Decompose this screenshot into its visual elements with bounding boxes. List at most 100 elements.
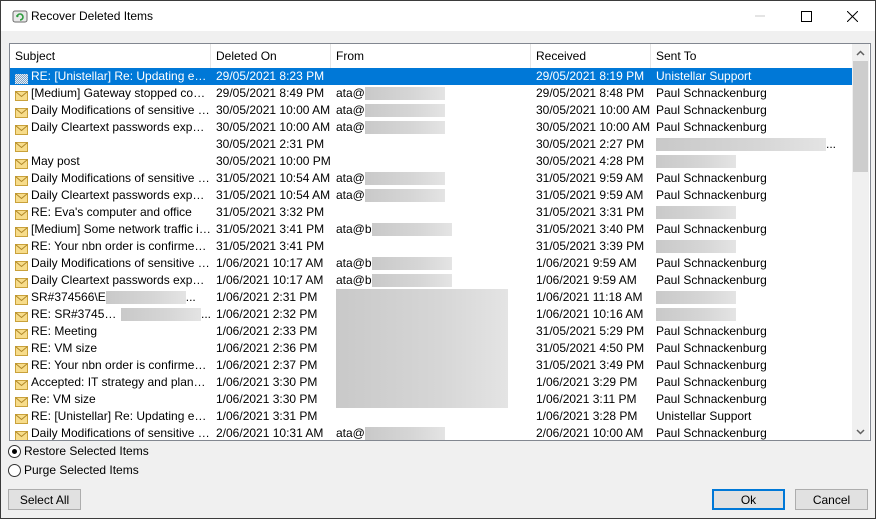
column-header-sent-to[interactable]: Sent To [651,44,852,68]
redacted-text [336,340,508,357]
list-row[interactable]: Daily Modifications of sensitive gr... 30… [10,102,852,119]
list-row[interactable]: Accepted: IT strategy and plannin... 1/06… [10,374,852,391]
list-row[interactable]: RE: Your nbn order is confirmed: ... 1/06… [10,357,852,374]
from-text: ata@ [336,120,365,134]
mail-icon [15,89,28,101]
from-cell: ata@ [336,119,531,136]
list-row[interactable]: RE: VM size 1/06/2021 2:36 PM 31/05/2021 4… [10,340,852,357]
purge-radio[interactable] [8,463,21,477]
list-row[interactable]: Daily Modifications of sensitive gr... 2/… [10,425,852,440]
mail-icon [15,225,28,237]
deleted-on-cell: 31/05/2021 3:41 PM [216,239,325,253]
subject-cell: Daily Cleartext passwords expose... [15,187,211,204]
sent-to-cell: Paul Schnackenburg [656,85,851,102]
list-row[interactable]: RE: Your nbn order is confirmed: ... 31/0… [10,238,852,255]
subject-text: RE: VM size [31,341,98,355]
title-bar: Recover Deleted Items [1,1,875,31]
redacted-text [121,308,201,321]
redacted-text [371,223,452,237]
list-row[interactable]: RE: [Unistellar] Re: Updating eVsc... 29/… [10,68,852,85]
list-row[interactable]: RE: [Unistellar] Re: Updating eVsc... 1/0… [10,408,852,425]
redacted-text [656,291,736,305]
mail-icon [15,242,28,254]
close-button[interactable] [829,1,875,31]
subject-cell: May post [15,153,211,170]
list-row[interactable]: Daily Cleartext passwords expose... 31/05… [10,187,852,204]
restore-radio[interactable] [8,444,21,458]
minimize-button[interactable] [737,1,783,31]
deleted-items-list[interactable]: Subject Deleted On From Received Sent To… [9,43,871,441]
vertical-scrollbar[interactable] [852,44,869,440]
mail-icon [15,191,28,203]
received-cell: 31/05/2021 3:40 PM [536,222,645,236]
redacted-text [656,138,826,152]
subject-cell: RE: Meeting [15,323,211,340]
list-row[interactable]: [Medium] Some network traffic is ... 31/0… [10,221,852,238]
sent-to-cell: Paul Schnackenburg [656,119,851,136]
received-cell: 30/05/2021 10:00 AM [536,103,651,117]
received-cell: 2/06/2021 10:00 AM [536,426,644,440]
column-header-from[interactable]: From [331,44,531,68]
deleted-on-cell: 30/05/2021 10:00 AM [216,103,331,117]
from-cell [336,136,531,153]
from-text: ata@ [336,103,365,117]
from-cell [336,357,531,374]
column-header-subject[interactable]: Subject [10,44,211,68]
from-text: ata@ [336,188,365,202]
redacted-text [364,189,445,203]
subject-text: Daily Modifications of sensitive gr... [31,171,211,185]
list-row[interactable]: Daily Cleartext passwords expose... 30/05… [10,119,852,136]
subject-text: Accepted: IT strategy and plannin... [31,375,211,389]
sent-to-cell: Unistellar Support [656,408,851,425]
sent-to-text: Paul Schnackenburg [656,222,767,236]
scroll-up-button[interactable] [852,44,869,61]
subject-text: RE: SR#374566\ [31,307,122,321]
list-row[interactable]: RE: Meeting 1/06/2021 2:33 PM 31/05/2021 5… [10,323,852,340]
cancel-button[interactable]: Cancel [795,489,868,510]
list-row[interactable]: RE: SR#374566\ ... 1/06/2021 2:32 PM 1/06/… [10,306,852,323]
deleted-on-cell: 2/06/2021 10:31 AM [216,426,324,440]
from-cell: ata@b [336,255,531,272]
list-row[interactable]: Daily Cleartext passwords expose... 1/06/… [10,272,852,289]
ok-button[interactable]: Ok [712,489,785,510]
restore-option[interactable]: Restore Selected Items [8,444,149,458]
deleted-on-cell: 1/06/2021 2:32 PM [216,307,318,321]
list-row[interactable]: Re: VM size 1/06/2021 3:30 PM 1/06/2021 3:… [10,391,852,408]
scroll-down-button[interactable] [852,423,869,440]
column-header-received[interactable]: Received [531,44,651,68]
subject-text: Daily Cleartext passwords expose... [31,273,211,287]
deleted-on-cell: 31/05/2021 10:54 AM [216,188,331,202]
scrollbar-thumb[interactable] [853,61,868,172]
recover-deleted-items-dialog: Recover Deleted Items Subject Deleted On… [0,0,876,519]
received-cell: 30/05/2021 10:00 AM [536,120,651,134]
column-header-deleted-on[interactable]: Deleted On [211,44,331,68]
received-cell: 31/05/2021 9:59 AM [536,171,644,185]
from-cell [336,68,531,85]
list-row[interactable]: Daily Modifications of sensitive gr... 31… [10,170,852,187]
received-cell: 30/05/2021 2:27 PM [536,137,645,151]
sent-to-cell: Paul Schnackenburg [656,170,851,187]
from-cell [336,204,531,221]
subject-text: SR#374566\E [31,290,106,304]
ellipsis: ... [826,137,837,151]
list-row[interactable]: May post 30/05/2021 10:00 PM 30/05/2021 4:… [10,153,852,170]
deleted-on-cell: 1/06/2021 3:30 PM [216,375,318,389]
list-row[interactable]: [Medium] Gateway stopped comm... 29/05/20… [10,85,852,102]
list-row[interactable]: SR#374566\E ... 1/06/2021 2:31 PM 1/06/202… [10,289,852,306]
from-text: ata@b [336,222,372,236]
sent-to-text: Unistellar Support [656,69,752,83]
maximize-button[interactable] [783,1,829,31]
purge-option[interactable]: Purge Selected Items [8,463,139,477]
sent-to-text: Paul Schnackenburg [656,188,767,202]
list-row[interactable]: 30/05/2021 2:31 PM 30/05/2021 2:27 PM... [10,136,852,153]
list-row[interactable]: Daily Modifications of sensitive gr... 1/… [10,255,852,272]
select-all-button[interactable]: Select All [8,489,81,510]
deleted-on-cell: 30/05/2021 10:00 PM [216,154,331,168]
redacted-text [336,357,508,374]
subject-text: [Medium] Gateway stopped comm... [31,86,211,100]
list-row[interactable]: RE: Eva's computer and office 31/05/2021 … [10,204,852,221]
redacted-text [364,87,445,101]
subject-cell: RE: Your nbn order is confirmed: ... [15,357,211,374]
chevron-up-icon [856,49,865,56]
deleted-on-cell: 1/06/2021 2:33 PM [216,324,318,338]
